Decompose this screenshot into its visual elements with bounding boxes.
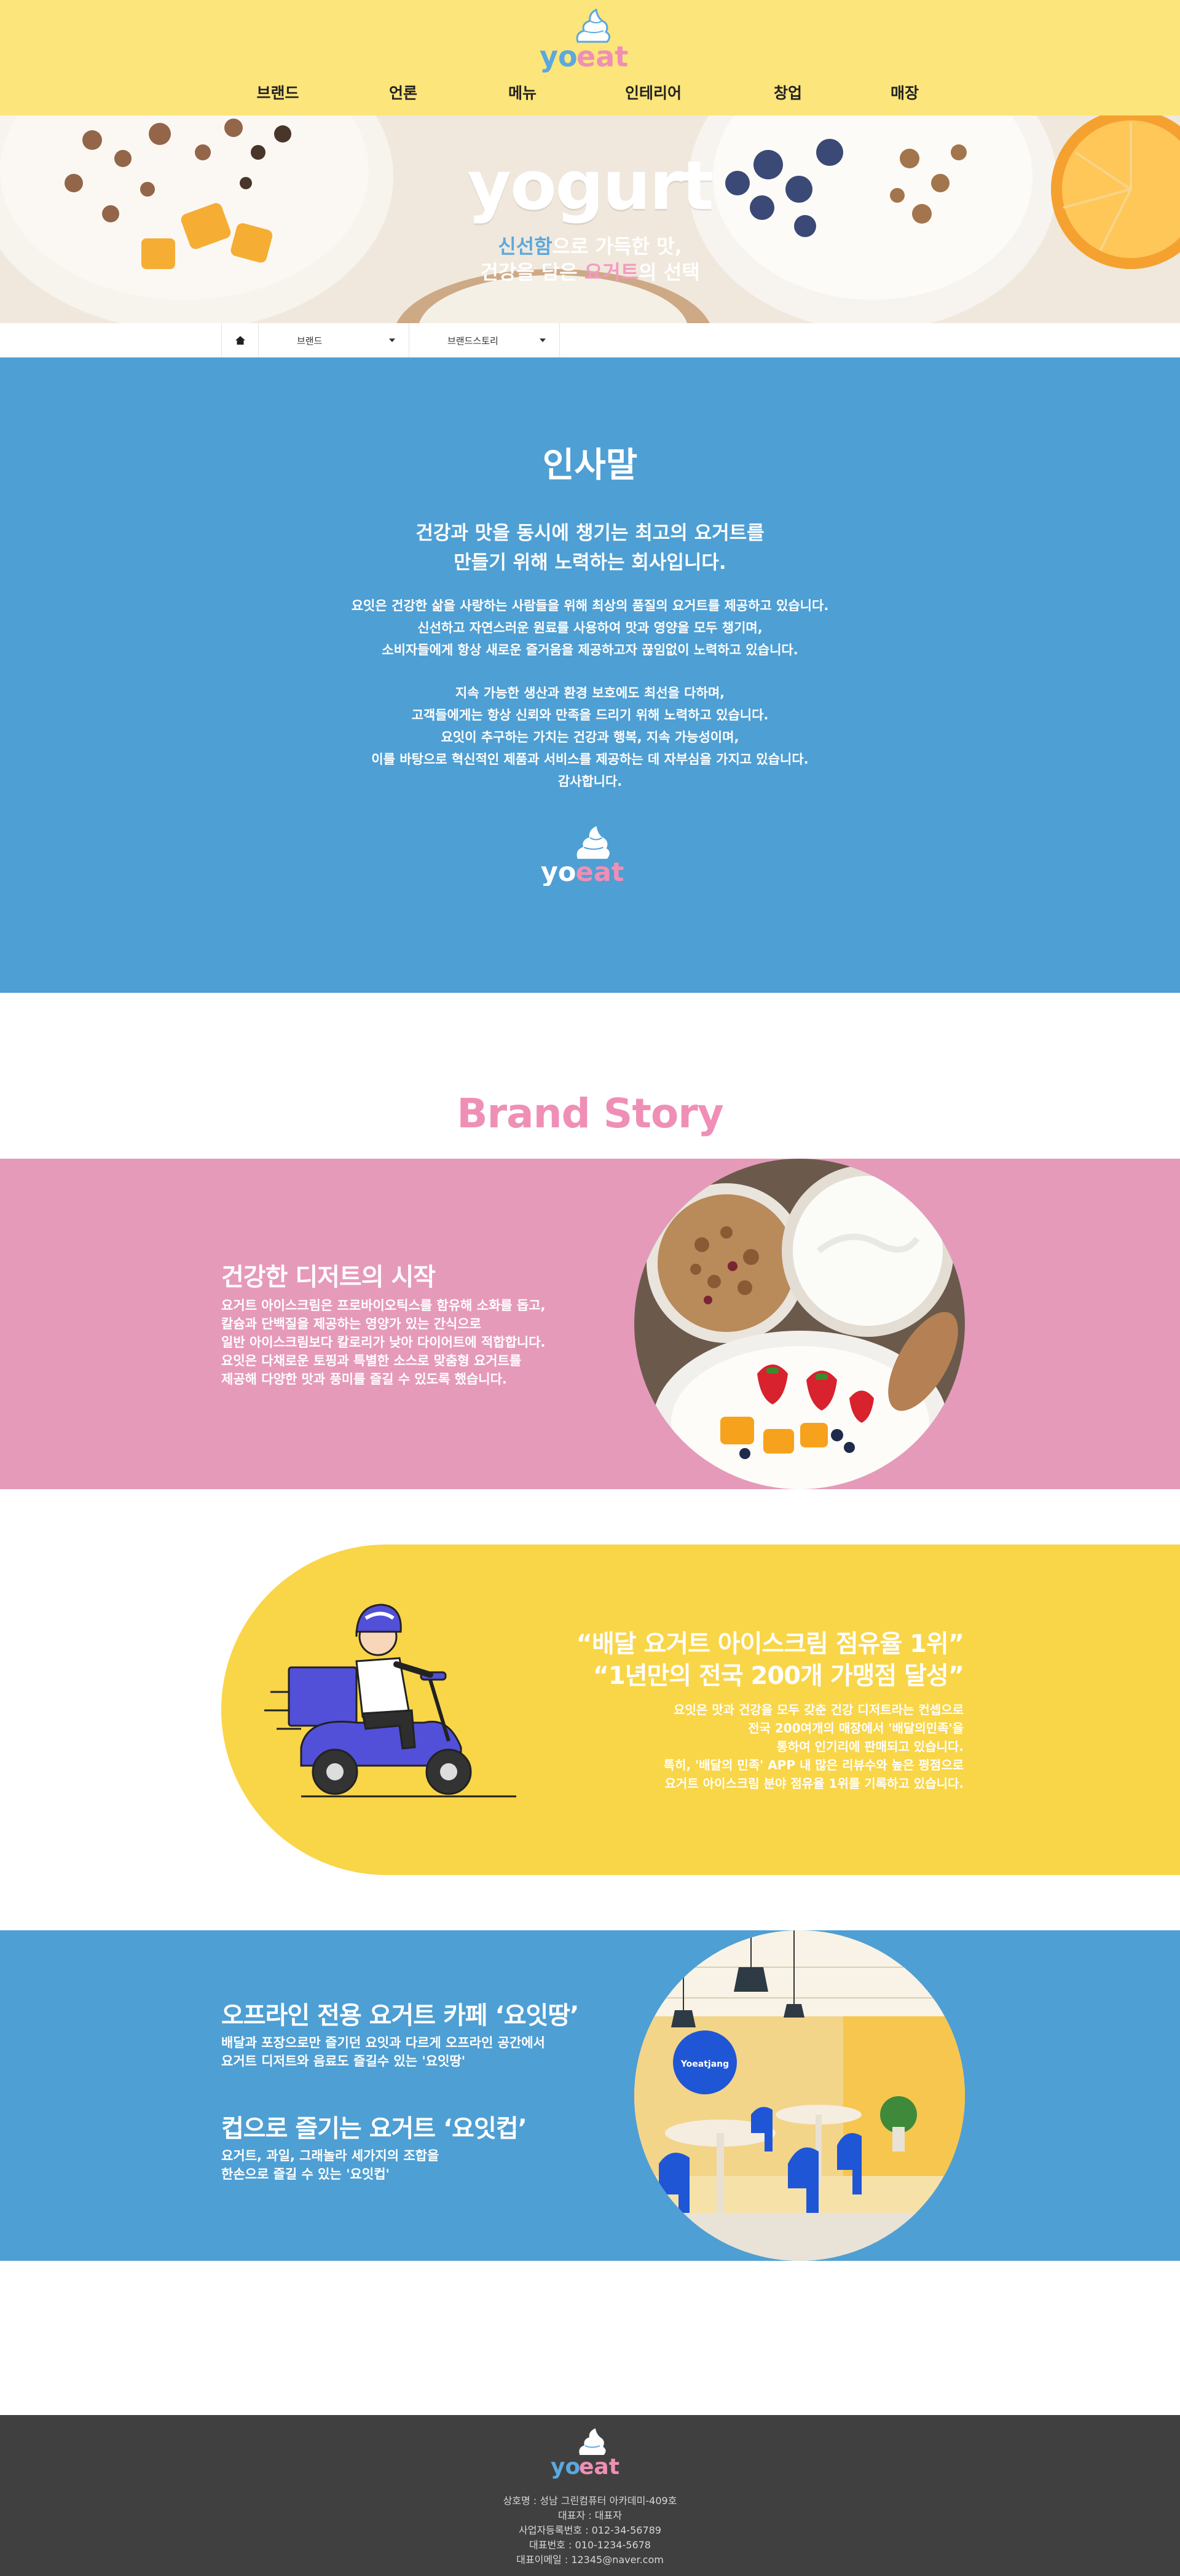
greeting-lead-line: 건강과 맛을 동시에 챙기는 최고의 요거트를 xyxy=(415,522,765,544)
block-title: 컵으로 즐기는 요거트 ‘요잇컵’ xyxy=(221,2115,527,2143)
block-text-line: 통하여 인기리에 판매되고 있습니다. xyxy=(776,1739,964,1754)
block-text-line: 요거트 아이스크림 분야 점유율 1위를 기록하고 있습니다. xyxy=(664,1776,964,1791)
delivery-description: 요잇은 맛과 건강을 모두 갖춘 건강 디저트라는 컨셉으로 전국 200여개의… xyxy=(664,1701,964,1793)
hero-sub-highlight-1: 신선함 xyxy=(498,235,553,258)
company-info-line: 대표이메일 : 12345@naver.com xyxy=(516,2554,664,2566)
block-text-line: 요잇은 다채로운 토핑과 특별한 소스로 맞춤형 요거트를 xyxy=(221,1353,522,1368)
nav-item-brand[interactable]: 브랜드 xyxy=(229,81,327,103)
cafe-interior-image: Yoeatjang xyxy=(634,1930,965,2261)
breadcrumb-select-1[interactable]: 브랜드 xyxy=(259,323,409,358)
company-info-line: 대표자 : 대표자 xyxy=(558,2510,622,2521)
greeting-text-line: 이를 바탕으로 혁신적인 제품과 서비스를 제공하는 데 자부심을 가지고 있습… xyxy=(371,752,809,767)
block-text-line: 칼슘과 단백질을 제공하는 영양가 있는 간식으로 xyxy=(221,1317,481,1331)
block-text: 요거트 아이스크림은 프로바이오틱스를 함유해 소화를 돕고, 칼슘과 단백질을… xyxy=(221,1296,546,1388)
breadcrumb-bar: 브랜드 브랜드스토리 xyxy=(0,323,1180,358)
nav-item-interior[interactable]: 인테리어 xyxy=(604,81,702,103)
yoeat-logo: yo eat xyxy=(541,826,624,886)
site-header: yo eat 브랜드 언론 메뉴 인테리어 창업 매장 xyxy=(0,0,1180,115)
company-info-line: 대표번호 : 010-1234-5678 xyxy=(529,2539,651,2551)
block-text-line: 전국 200여개의 매장에서 '배달의민족'을 xyxy=(748,1721,964,1736)
greeting-text-line: 고객들에게는 항상 신뢰와 만족을 드리기 위해 노력하고 있습니다. xyxy=(411,708,769,722)
home-button[interactable] xyxy=(222,323,259,358)
logo-text-eat: eat xyxy=(579,2454,620,2479)
logo-text-eat: eat xyxy=(576,40,628,72)
greeting-section: 인사말 건강과 맛을 동시에 챙기는 최고의 요거트를 만들기 위해 노력하는 … xyxy=(0,358,1180,993)
logo-text-eat: eat xyxy=(576,857,624,886)
quote-line: “배달 요거트 아이스크림 점유율 1위” xyxy=(576,1630,964,1658)
breadcrumb-select-1-label: 브랜드 xyxy=(297,335,323,346)
logo-text-yo: yo xyxy=(540,40,578,72)
company-info-line: 사업자등록번호 : 012-34-56789 xyxy=(519,2524,661,2536)
footer-spacer xyxy=(0,2261,1180,2422)
greeting-lead-line: 만들기 위해 노력하는 회사입니다. xyxy=(454,552,726,574)
hero-sub-text-2a: 건강을 담은 xyxy=(480,260,584,284)
block-text: 배달과 포장으로만 즐기던 요잇과 다르게 오프라인 공간에서 요거트 디저트와… xyxy=(221,2034,545,2070)
hero-sub-text-2b: 의 선택 xyxy=(639,260,700,284)
brand-story-title: Brand Story xyxy=(457,1090,724,1137)
quote-line: “1년만의 전국 200개 가맹점 달성” xyxy=(592,1662,964,1690)
site-footer: yo eat 상호명 : 성남 그린컴퓨터 아카데미-409호 대표자 : 대표… xyxy=(0,2415,1180,2576)
breadcrumb: 브랜드 브랜드스토리 xyxy=(221,323,560,358)
greeting-text-line: 지속 가능한 생산과 환경 보호에도 최선을 다하며, xyxy=(455,686,725,700)
hero-sub-text-1: 으로 가득한 맛, xyxy=(552,235,682,258)
block-text-line: 제공해 다양한 맛과 풍미를 즐길 수 있도록 했습니다. xyxy=(221,1372,507,1387)
greeting-paragraph-2: 지속 가능한 생산과 환경 보호에도 최선을 다하며, 고객들에게는 항상 신뢰… xyxy=(0,682,1180,793)
breadcrumb-select-2[interactable]: 브랜드스토리 xyxy=(409,323,560,358)
logo-text-yo: yo xyxy=(551,2454,580,2479)
yogurt-bowls-image xyxy=(634,1159,965,1489)
logo-text-yo: yo xyxy=(541,857,576,886)
block-text-line: 한손으로 즐길 수 있는 '요잇컵' xyxy=(221,2167,390,2182)
block-title: 오프라인 전용 요거트 카페 ‘요잇땅’ xyxy=(221,2002,579,2030)
nav-item-press[interactable]: 언론 xyxy=(354,81,452,103)
nav-item-stores[interactable]: 매장 xyxy=(856,81,954,103)
cafe-sign-text: Yoeatjang xyxy=(680,2059,729,2069)
nav-item-franchise[interactable]: 창업 xyxy=(739,81,837,103)
hero-title: yogurt xyxy=(467,146,714,225)
story-block-offline-cafe: 오프라인 전용 요거트 카페 ‘요잇땅’ 배달과 포장으로만 즐기던 요잇과 다… xyxy=(0,1930,1180,2261)
nav-item-menu[interactable]: 메뉴 xyxy=(473,81,572,103)
block-text-line: 요거트, 과일, 그래놀라 세가지의 조합을 xyxy=(221,2148,439,2163)
greeting-lead: 건강과 맛을 동시에 챙기는 최고의 요거트를 만들기 위해 노력하는 회사입니… xyxy=(0,519,1180,577)
delivery-scooter-illustration xyxy=(264,1603,516,1798)
greeting-title: 인사말 xyxy=(542,445,638,485)
greeting-text-line: 요잇이 추구하는 가치는 건강과 행복, 지속 가능성이며, xyxy=(441,730,739,745)
chevron-down-icon xyxy=(540,339,546,342)
greeting-paragraph-1: 요잇은 건강한 삶을 사랑하는 사람들을 위해 최상의 품질의 요거트를 제공하… xyxy=(0,595,1180,661)
yoeat-logo[interactable]: yo eat xyxy=(535,6,645,72)
block-text-line: 배달과 포장으로만 즐기던 요잇과 다르게 오프라인 공간에서 xyxy=(221,2035,545,2050)
yoeat-logo[interactable]: yo eat xyxy=(547,2427,633,2479)
block-title: 건강한 디저트의 시작 xyxy=(221,1263,436,1291)
story-block-healthy-dessert: 건강한 디저트의 시작 요거트 아이스크림은 프로바이오틱스를 함유해 소화를 … xyxy=(0,1159,1180,1489)
breadcrumb-select-2-label: 브랜드스토리 xyxy=(447,335,498,346)
block-text-line: 일반 아이스크림보다 칼로리가 낮아 다이어트에 적합합니다. xyxy=(221,1335,546,1350)
hero-banner: yogurt 신선함으로 가득한 맛, 건강을 담은 요거트의 선택 xyxy=(0,115,1180,323)
home-icon xyxy=(235,336,245,345)
block-text-line: 요거트 디저트와 음료도 즐길수 있는 '요잇땅' xyxy=(221,2054,466,2069)
greeting-text-line: 신선하고 자연스러운 원료를 사용하여 맛과 영양을 모두 챙기며, xyxy=(417,621,763,635)
block-text: 요거트, 과일, 그래놀라 세가지의 조합을 한손으로 즐길 수 있는 '요잇컵… xyxy=(221,2147,439,2183)
block-text-line: 요거트 아이스크림은 프로바이오틱스를 함유해 소화를 돕고, xyxy=(221,1298,546,1313)
story-block-delivery: “배달 요거트 아이스크림 점유율 1위” “1년만의 전국 200개 가맹점 … xyxy=(0,1544,1180,1875)
greeting-text-line: 요잇은 건강한 삶을 사랑하는 사람들을 위해 최상의 품질의 요거트를 제공하… xyxy=(351,598,829,613)
chevron-down-icon xyxy=(389,339,395,342)
block-text-line: 특히, '배달의 민족' APP 내 많은 리뷰수와 높은 평점으로 xyxy=(663,1758,964,1772)
brand-story-header: Brand Story xyxy=(0,993,1180,1159)
main-nav: 브랜드 언론 메뉴 인테리어 창업 매장 xyxy=(0,81,1180,106)
hero-subtitle: 신선함으로 가득한 맛, 건강을 담은 요거트의 선택 xyxy=(0,233,1180,285)
block-text-line: 요잇은 맛과 건강을 모두 갖춘 건강 디저트라는 컨셉으로 xyxy=(674,1702,964,1717)
hero-sub-highlight-2: 요거트 xyxy=(584,260,639,284)
greeting-text-line: 소비자들에게 항상 새로운 즐거움을 제공하고자 끊임없이 노력하고 있습니다. xyxy=(382,643,798,657)
delivery-quote: “배달 요거트 아이스크림 점유율 1위” “1년만의 전국 200개 가맹점 … xyxy=(576,1628,964,1692)
greeting-text-line: 감사합니다. xyxy=(557,774,623,789)
company-info: 상호명 : 성남 그린컴퓨터 아카데미-409호 대표자 : 대표자 사업자등록… xyxy=(0,2494,1180,2567)
company-info-line: 상호명 : 성남 그린컴퓨터 아카데미-409호 xyxy=(503,2495,677,2507)
